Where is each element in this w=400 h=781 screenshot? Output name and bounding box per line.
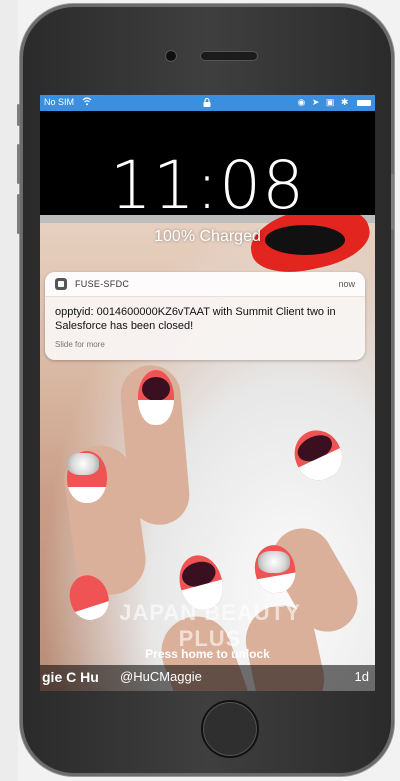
status-glyphs: ◉ ➤ ▣ ✱ [297, 97, 351, 107]
nail-art [138, 370, 174, 425]
wallpaper-caption: gie C Hu @HuCMaggie 1d [40, 665, 375, 691]
left-background-strip [0, 0, 18, 781]
battery-icon [357, 99, 371, 106]
lock-screen: No SIM ◉ ➤ ▣ ✱ 11:08 100% Charged JAPAN … [40, 95, 375, 691]
nail-art [286, 422, 350, 488]
unlock-hint: Press home to unlock [145, 647, 270, 661]
earpiece-speaker [200, 51, 258, 61]
lock-icon [203, 97, 211, 107]
charge-status: 100% Charged [154, 228, 261, 245]
nail-bow [67, 453, 99, 475]
status-bar: No SIM ◉ ➤ ▣ ✱ [40, 95, 375, 111]
front-camera [165, 50, 177, 62]
notification-header: FUSE-SFDC now [45, 272, 365, 297]
carrier-label: No SIM [44, 97, 75, 107]
status-icons: ◉ ➤ ▣ ✱ [298, 97, 371, 108]
notification-time: now [338, 279, 355, 289]
home-button[interactable] [201, 700, 259, 758]
nail-bow [258, 551, 290, 573]
wallpaper-watermark: JAPAN BEAUTY PLUS [119, 600, 301, 651]
power-button [391, 174, 394, 230]
push-notification[interactable]: FUSE-SFDC now opptyid: 0014600000KZ6vTAA… [45, 272, 365, 360]
caption-age: 1d [354, 669, 369, 684]
notification-app-name: FUSE-SFDC [75, 279, 130, 289]
notification-message: opptyid: 0014600000KZ6vTAAT with Summit … [55, 306, 336, 332]
volume-down-button [17, 194, 20, 234]
wifi-icon [82, 97, 92, 108]
mute-switch [17, 104, 20, 126]
volume-up-button [17, 144, 20, 184]
app-icon [55, 278, 67, 290]
caption-handle: @HuCMaggie [120, 669, 202, 684]
notification-slide-hint: Slide for more [55, 340, 105, 349]
caption-name: gie C Hu [42, 669, 99, 685]
lock-screen-clock: 11:08 [109, 147, 306, 224]
